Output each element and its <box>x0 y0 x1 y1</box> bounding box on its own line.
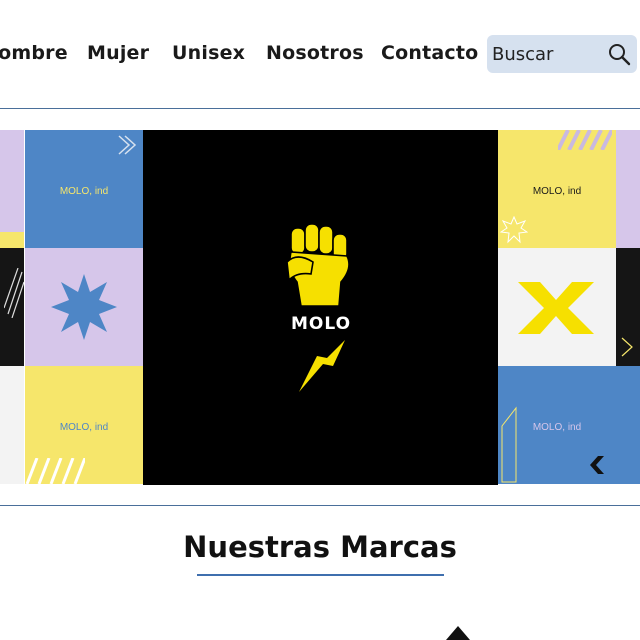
nav-link-nosotros[interactable]: Nosotros <box>266 42 364 64</box>
search-input[interactable] <box>492 42 602 66</box>
nav-link-mujer[interactable]: Mujer <box>87 42 149 64</box>
nav-link-hombre[interactable]: Hombre <box>0 42 68 64</box>
stripes-icon <box>25 458 85 484</box>
brand-logo-peek-icon <box>446 626 470 640</box>
nav-link-contacto[interactable]: Contacto <box>381 42 478 64</box>
x-mark-icon <box>518 282 594 334</box>
chevron-right-icon <box>621 337 633 357</box>
search-icon[interactable] <box>607 42 631 66</box>
top-navigation: Hombre Mujer Unisex Nosotros Contacto <box>0 0 640 108</box>
brand-name: MOLO <box>290 314 352 334</box>
banner-divider <box>0 505 640 506</box>
section-title-underline <box>197 574 444 576</box>
stripes-icon <box>558 130 612 150</box>
nav-divider <box>0 108 640 109</box>
chevron-right-icon <box>118 135 137 155</box>
chevron-left-icon <box>590 456 604 474</box>
star-burst-icon <box>51 274 117 340</box>
tile-brand-label: MOLO, ind <box>59 422 109 433</box>
banner-tile-lavender <box>0 130 24 248</box>
banner-tile-blue: MOLO, ind <box>498 366 616 484</box>
raised-fist-icon <box>286 223 350 307</box>
hero-banner: MOLO, ind MOLO, ind MOLO MOLO, ind MOLO,… <box>0 130 640 485</box>
brand-logo: MOLO <box>271 222 371 392</box>
stripes-icon <box>4 268 24 318</box>
lightning-bolt-icon <box>299 340 345 392</box>
banner-tile-black <box>0 248 24 366</box>
nav-link-unisex[interactable]: Unisex <box>172 42 245 64</box>
brand-logo-block: MOLO <box>143 130 498 485</box>
banner-tile-lavender <box>616 130 640 248</box>
banner-tile-white-x <box>498 248 616 366</box>
tile-brand-label: MOLO, ind <box>59 186 109 197</box>
banner-tile-white <box>0 366 24 484</box>
banner-tile-blue <box>616 366 640 484</box>
banner-tile-black <box>616 248 640 366</box>
bolt-outline-icon <box>501 406 517 483</box>
banner-tile-yellow: MOLO, ind <box>498 130 616 248</box>
banner-tile-blue: MOLO, ind <box>25 130 143 248</box>
tile-brand-label: MOLO, ind <box>532 186 582 197</box>
banner-tile-lavender-star <box>25 248 143 366</box>
section-title: Nuestras Marcas <box>183 530 457 564</box>
star-outline-icon <box>500 216 528 244</box>
search-box[interactable] <box>487 35 637 73</box>
banner-tile-yellow: MOLO, ind <box>25 366 143 484</box>
